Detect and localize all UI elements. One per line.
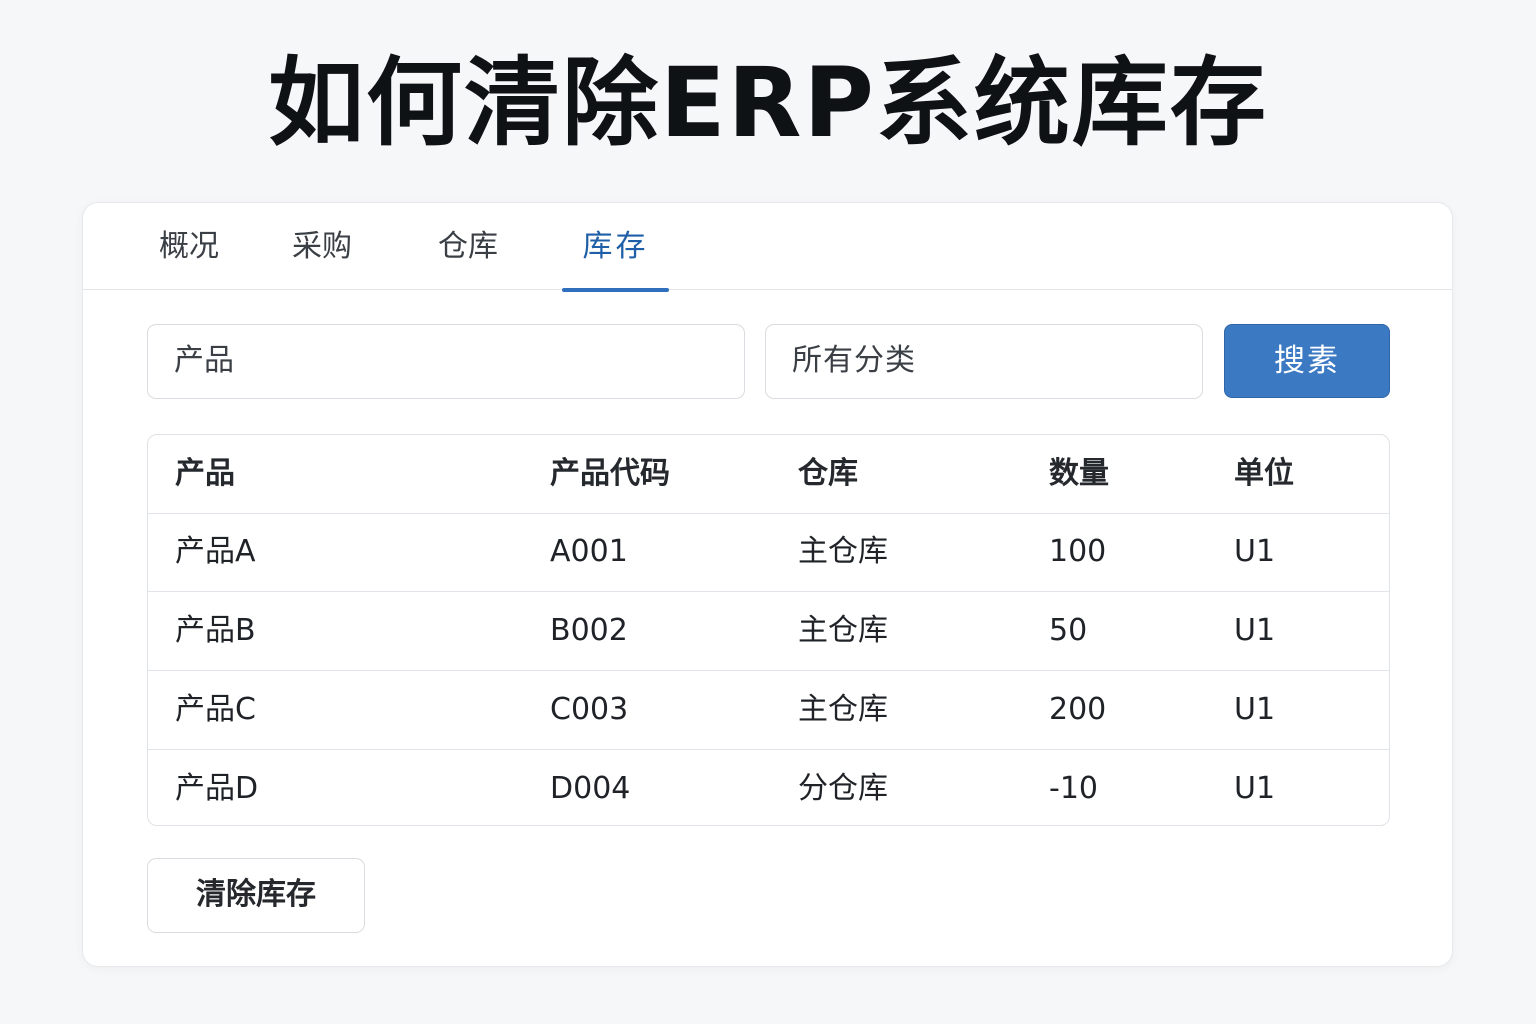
page-title: 如何清除ERP系统库存 <box>268 47 1268 159</box>
tab-warehouse[interactable]: 仓库 <box>435 203 501 290</box>
inventory-card: 概况 采购 仓库 库存 产品 所有分类 搜素 产品 产品代码 仓库 数量 单位 … <box>82 202 1453 967</box>
cell-product: 产品B <box>175 613 256 648</box>
header-warehouse: 仓库 <box>798 456 858 491</box>
cell-quantity: 50 <box>1049 613 1088 648</box>
cell-warehouse: 主仓库 <box>798 613 888 648</box>
cell-unit: U1 <box>1234 692 1276 727</box>
tab-purchasing[interactable]: 采购 <box>289 203 355 290</box>
cell-warehouse: 主仓库 <box>798 534 888 569</box>
cell-warehouse: 分仓库 <box>798 771 888 806</box>
tab-bar: 概况 采购 仓库 库存 <box>83 203 1452 292</box>
table-row[interactable]: 产品A A001 主仓库 100 U1 <box>148 513 1389 592</box>
search-button[interactable]: 搜素 <box>1224 324 1390 398</box>
product-search-input[interactable]: 产品 <box>147 324 745 399</box>
cell-warehouse: 主仓库 <box>798 692 888 727</box>
table-header-row: 产品 产品代码 仓库 数量 单位 <box>148 435 1389 514</box>
cell-quantity: 200 <box>1049 692 1107 727</box>
cell-product-code: C003 <box>550 692 629 727</box>
cell-product: 产品A <box>175 534 256 569</box>
category-select[interactable]: 所有分类 <box>765 324 1203 399</box>
tab-inventory[interactable]: 库存 <box>562 203 669 292</box>
header-product: 产品 <box>175 456 235 491</box>
tab-overview[interactable]: 概况 <box>157 203 221 290</box>
header-unit: 单位 <box>1234 456 1294 491</box>
cell-product: 产品D <box>175 771 259 806</box>
cell-unit: U1 <box>1234 534 1276 569</box>
cell-product-code: B002 <box>550 613 628 648</box>
header-quantity: 数量 <box>1049 456 1109 491</box>
cell-quantity: 100 <box>1049 534 1107 569</box>
clear-inventory-button[interactable]: 清除库存 <box>147 858 365 933</box>
cell-unit: U1 <box>1234 771 1276 806</box>
table-row[interactable]: 产品D D004 分仓库 -10 U1 <box>148 750 1389 825</box>
header-product-code: 产品代码 <box>550 456 670 491</box>
table-row[interactable]: 产品B B002 主仓库 50 U1 <box>148 592 1389 671</box>
cell-unit: U1 <box>1234 613 1276 648</box>
cell-product-code: A001 <box>550 534 628 569</box>
cell-product-code: D004 <box>550 771 631 806</box>
cell-quantity: -10 <box>1049 771 1098 806</box>
table-row[interactable]: 产品C C003 主仓库 200 U1 <box>148 671 1389 750</box>
cell-product: 产品C <box>175 692 256 727</box>
inventory-table: 产品 产品代码 仓库 数量 单位 产品A A001 主仓库 100 U1 产品B… <box>147 434 1390 826</box>
